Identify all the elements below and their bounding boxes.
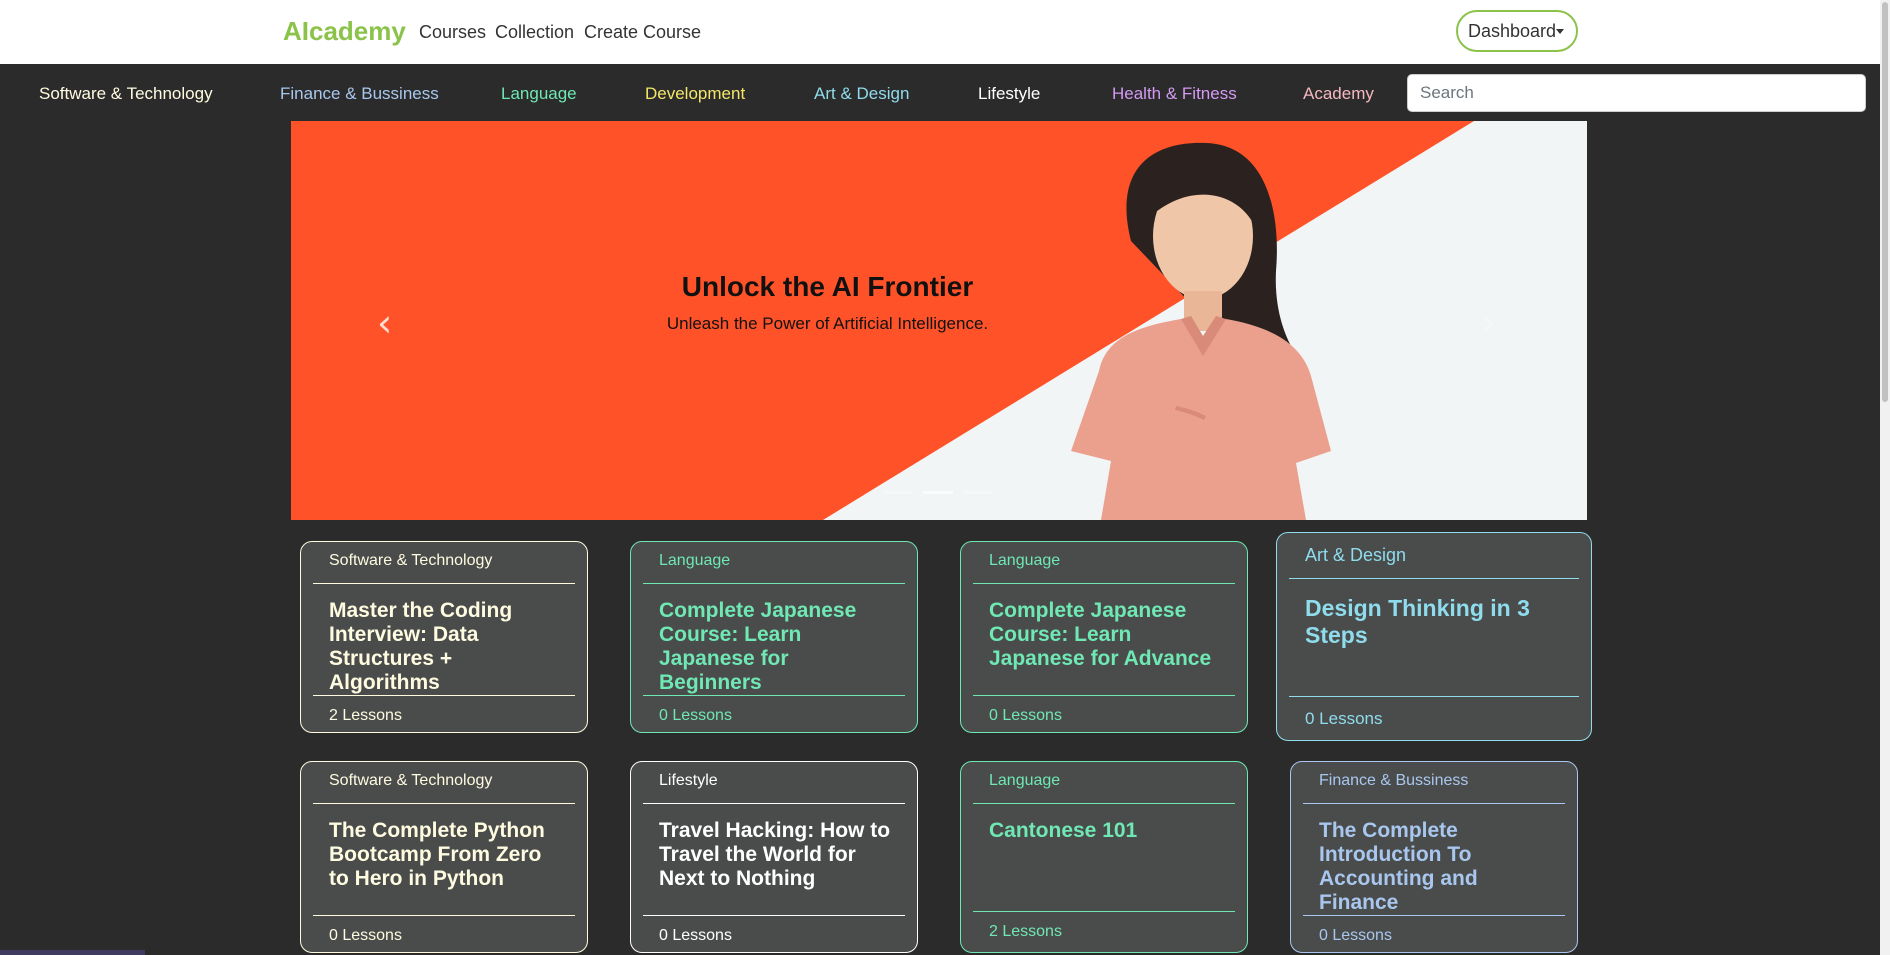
carousel-prev-icon[interactable]: ‹ — [377, 301, 392, 345]
category-academy[interactable]: Academy — [1303, 84, 1374, 104]
carousel-indicator-2[interactable] — [923, 491, 953, 494]
course-title[interactable]: Complete Japanese Course: Learn Japanese… — [989, 599, 1225, 671]
card-divider — [643, 695, 905, 696]
course-lesson-count: 2 Lessons — [989, 923, 1062, 940]
card-divider — [1289, 696, 1579, 697]
category-lifestyle[interactable]: Lifestyle — [978, 84, 1040, 104]
course-card[interactable]: Finance & Bussiness The Complete Introdu… — [1290, 761, 1578, 953]
course-category: Language — [989, 552, 1061, 569]
course-card[interactable]: Language Complete Japanese Course: Learn… — [960, 541, 1248, 733]
card-divider — [973, 803, 1235, 804]
course-category: Lifestyle — [659, 772, 718, 789]
card-divider — [973, 911, 1235, 912]
course-title[interactable]: Design Thinking in 3 Steps — [1305, 595, 1569, 649]
status-bar-strip — [0, 950, 145, 955]
course-category: Art & Design — [1305, 545, 1407, 565]
caret-down-icon — [1556, 29, 1564, 34]
carousel-indicator-3[interactable] — [963, 491, 993, 494]
course-lesson-count: 0 Lessons — [1319, 927, 1392, 944]
nav-create-course-link[interactable]: Create Course — [584, 22, 701, 43]
dashboard-label: Dashboard — [1468, 20, 1557, 41]
course-category: Language — [989, 772, 1061, 789]
course-category: Finance & Bussiness — [1319, 772, 1469, 789]
course-title[interactable]: The Complete Python Bootcamp From Zero t… — [329, 819, 565, 891]
card-divider — [313, 583, 575, 584]
brand-logo[interactable]: AIcademy — [283, 16, 406, 47]
course-card[interactable]: Software & Technology The Complete Pytho… — [300, 761, 588, 953]
course-card[interactable]: Lifestyle Travel Hacking: How to Travel … — [630, 761, 918, 953]
card-divider — [313, 915, 575, 916]
page-scrollbar-thumb[interactable] — [1882, 2, 1888, 402]
course-lesson-count: 0 Lessons — [1305, 709, 1383, 728]
card-divider — [643, 803, 905, 804]
card-divider — [973, 583, 1235, 584]
course-lesson-count: 0 Lessons — [329, 927, 402, 944]
course-title[interactable]: Master the Coding Interview: Data Struct… — [329, 599, 565, 695]
card-divider — [1289, 578, 1579, 579]
course-category: Software & Technology — [329, 772, 493, 789]
course-lesson-count: 0 Lessons — [989, 707, 1062, 724]
card-divider — [313, 695, 575, 696]
category-development[interactable]: Development — [645, 84, 745, 104]
hero-title: Unlock the AI Frontier — [681, 271, 974, 302]
course-title[interactable]: Cantonese 101 — [989, 819, 1225, 843]
nav-collection-link[interactable]: Collection — [495, 22, 574, 43]
course-lesson-count: 0 Lessons — [659, 927, 732, 944]
card-divider — [643, 583, 905, 584]
category-finance-bussiness[interactable]: Finance & Bussiness — [280, 84, 439, 104]
course-title[interactable]: Complete Japanese Course: Learn Japanese… — [659, 599, 895, 695]
card-divider — [313, 803, 575, 804]
course-title[interactable]: Travel Hacking: How to Travel the World … — [659, 819, 895, 891]
course-category: Language — [659, 552, 731, 569]
course-lesson-count: 2 Lessons — [329, 707, 402, 724]
top-navbar: AIcademy Courses Collection Create Cours… — [0, 0, 1890, 64]
course-card[interactable]: Art & Design Design Thinking in 3 Steps … — [1276, 532, 1592, 741]
course-card[interactable]: Language Complete Japanese Course: Learn… — [630, 541, 918, 733]
card-divider — [1303, 803, 1565, 804]
course-card[interactable]: Language Cantonese 101 2 Lessons — [960, 761, 1248, 953]
course-card[interactable]: Software & Technology Master the Coding … — [300, 541, 588, 733]
course-title[interactable]: The Complete Introduction To Accounting … — [1319, 819, 1555, 915]
nav-courses-link[interactable]: Courses — [419, 22, 486, 43]
card-divider — [1303, 915, 1565, 916]
carousel-next-icon[interactable]: › — [1481, 301, 1496, 345]
search-input[interactable] — [1407, 74, 1866, 112]
category-language[interactable]: Language — [501, 84, 577, 104]
card-divider — [643, 915, 905, 916]
category-health-fitness[interactable]: Health & Fitness — [1112, 84, 1237, 104]
course-category: Software & Technology — [329, 552, 493, 569]
hero-subtitle: Unleash the Power of Artificial Intellig… — [666, 314, 989, 333]
course-lesson-count: 0 Lessons — [659, 707, 732, 724]
category-art-design[interactable]: Art & Design — [814, 84, 909, 104]
hero-carousel: Unlock the AI Frontier Unleash the Power… — [291, 121, 1587, 520]
card-divider — [973, 695, 1235, 696]
category-software-technology[interactable]: Software & Technology — [39, 84, 213, 104]
carousel-indicator-1[interactable] — [883, 491, 913, 494]
dashboard-dropdown-button[interactable]: Dashboard — [1456, 10, 1578, 52]
